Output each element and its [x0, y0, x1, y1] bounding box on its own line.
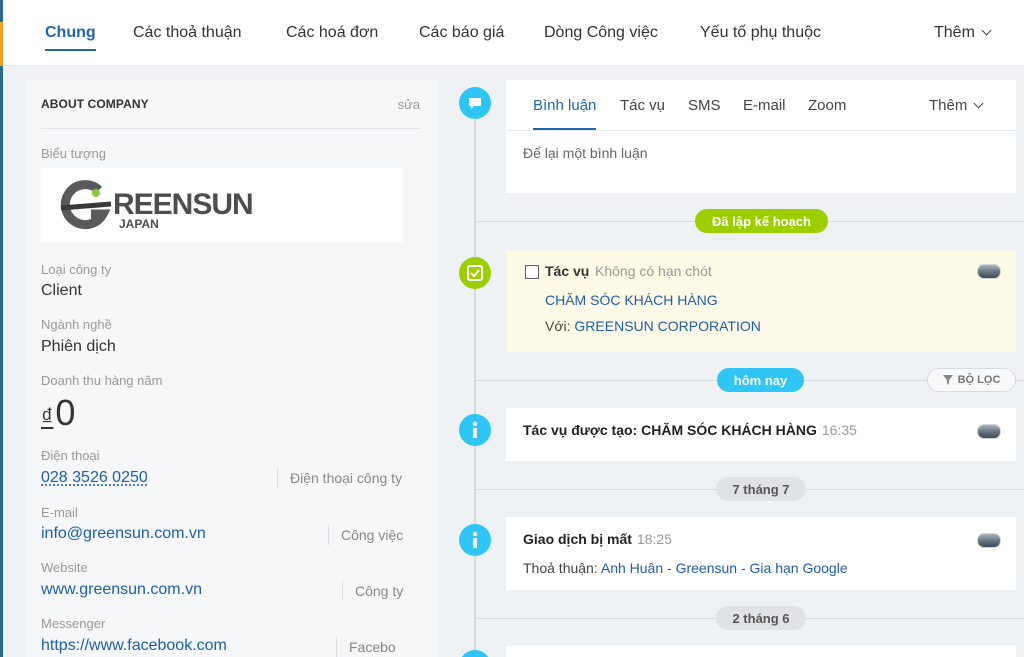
- activity-item[interactable]: [506, 646, 1016, 657]
- deal-link[interactable]: Gia hạn Google: [750, 560, 848, 576]
- website-link[interactable]: www.greensun.com.vn: [41, 581, 202, 599]
- edit-link[interactable]: sửa: [398, 97, 420, 112]
- website-label: Website: [41, 560, 88, 575]
- tab-more[interactable]: Thêm: [934, 24, 992, 42]
- svg-text:JAPAN: JAPAN: [119, 217, 159, 231]
- industry-value: Phiên dịch: [41, 338, 116, 355]
- chevron-down-icon: [973, 98, 984, 109]
- email-type: Công việc: [328, 525, 403, 545]
- tab-zoom[interactable]: Zoom: [808, 97, 846, 114]
- filter-icon: [942, 375, 953, 385]
- company-panel: ABOUT COMPANY sửa Biểu tượng REENSUN JAP…: [26, 80, 438, 657]
- email-label: E-mail: [41, 505, 78, 520]
- task-with-link[interactable]: GREENSUN CORPORATION: [574, 318, 760, 334]
- tab-task[interactable]: Tác vụ: [620, 97, 665, 114]
- today-badge: hôm nay: [717, 368, 804, 392]
- info-icon: [459, 524, 491, 556]
- company-logo[interactable]: REENSUN JAPAN: [41, 168, 403, 243]
- activity-title-text: Tác vụ được tạo: CHĂM SÓC KHÁCH HÀNG: [523, 422, 817, 438]
- task-check-icon: [459, 257, 491, 289]
- filter-button[interactable]: BỘ LỌC: [927, 368, 1016, 392]
- task-checkbox[interactable]: [525, 265, 539, 279]
- deal-separator: -: [737, 560, 750, 576]
- deal-line: Thoả thuận: Anh Huân - Greensun - Gia hạ…: [523, 560, 848, 576]
- email-link[interactable]: info@greensun.com.vn: [41, 525, 206, 543]
- messenger-type: Facebo: [336, 637, 396, 657]
- task-card[interactable]: Tác vụ Không có hạn chót CHĂM SÓC KHÁCH …: [506, 250, 1016, 352]
- tab-quotes[interactable]: Các báo giá: [419, 24, 504, 42]
- activity-item[interactable]: Giao dịch bị mất 18:25 Thoả thuận: Anh Hu…: [506, 517, 1016, 590]
- task-deadline[interactable]: Không có hạn chót: [595, 263, 712, 279]
- messenger-link[interactable]: https://www.facebook.com: [41, 637, 227, 655]
- comment-input[interactable]: Để lại một bình luận: [523, 145, 648, 161]
- phone-type: Điện thoại công ty: [277, 468, 402, 488]
- revenue-amount: 0: [55, 392, 76, 433]
- activity-item[interactable]: Tác vụ được tạo: CHĂM SÓC KHÁCH HÀNG 16:3…: [506, 408, 1016, 461]
- task-with: Với: GREENSUN CORPORATION: [545, 318, 761, 334]
- activity-title: Tác vụ được tạo: CHĂM SÓC KHÁCH HÀNG 16:3…: [523, 422, 857, 438]
- divider: [41, 128, 420, 129]
- info-icon: [459, 650, 491, 657]
- avatar[interactable]: [977, 264, 1001, 279]
- left-accent-bar: [0, 0, 3, 657]
- panel-title: ABOUT COMPANY: [41, 97, 149, 111]
- date-badge: 2 tháng 6: [716, 606, 806, 630]
- task-name-link[interactable]: CHĂM SÓC KHÁCH HÀNG: [545, 292, 718, 308]
- activity-time: 18:25: [636, 531, 672, 547]
- tab-dependencies[interactable]: Yếu tố phụ thuộc: [700, 24, 821, 42]
- tab-sms[interactable]: SMS: [688, 97, 721, 114]
- planned-badge: Đã lập kế hoạch: [695, 209, 828, 233]
- deal-label: Thoả thuận:: [523, 560, 598, 576]
- top-tabs-bar: Chung Các thoả thuận Các hoá đơn Các báo…: [3, 0, 1024, 66]
- revenue-value: ₫0: [41, 392, 75, 434]
- divider: [506, 130, 1016, 131]
- tab-more-label: Thêm: [934, 24, 975, 41]
- avatar[interactable]: [977, 533, 1001, 548]
- date-badge: 7 tháng 7: [716, 477, 806, 501]
- tab-deals[interactable]: Các thoả thuận: [133, 24, 242, 42]
- messenger-label: Messenger: [41, 616, 106, 631]
- greensun-logo: REENSUN JAPAN: [60, 180, 254, 231]
- comment-icon: [459, 87, 491, 119]
- phone-label: Điện thoại: [41, 448, 100, 463]
- industry-label: Ngành nghề: [41, 317, 112, 332]
- timeline-line: [474, 100, 476, 657]
- tab-comment[interactable]: Bình luận: [533, 97, 597, 130]
- info-icon: [459, 414, 491, 446]
- avatar[interactable]: [977, 424, 1001, 439]
- company-type-label: Loại công ty: [41, 262, 112, 277]
- task-with-label: Với:: [545, 318, 571, 334]
- phone-link[interactable]: 028 3526 0250: [41, 469, 148, 487]
- task-label: Tác vụ: [545, 263, 590, 279]
- deal-separator: -: [663, 560, 676, 576]
- activity-title: Giao dịch bị mất 18:25: [523, 531, 672, 547]
- composer-more-label: Thêm: [929, 97, 968, 114]
- company-type-value: Client: [41, 282, 82, 299]
- logo-label: Biểu tượng: [41, 146, 106, 161]
- activity-title-text: Giao dịch bị mất: [523, 531, 632, 547]
- revenue-label: Doanh thu hàng năm: [41, 373, 163, 388]
- tab-general[interactable]: Chung: [45, 24, 96, 51]
- composer-more[interactable]: Thêm: [929, 97, 984, 114]
- deal-link[interactable]: Anh Huân: [601, 560, 663, 576]
- tab-invoices[interactable]: Các hoá đơn: [286, 24, 378, 42]
- comment-composer: Bình luận Tác vụ SMS E-mail Zoom Thêm Để…: [506, 80, 1016, 193]
- tab-workflows[interactable]: Dòng Công việc: [544, 24, 658, 42]
- filter-label: BỘ LỌC: [957, 374, 1001, 386]
- website-type: Công ty: [342, 581, 403, 601]
- deal-link[interactable]: Greensun: [676, 560, 737, 576]
- tab-email[interactable]: E-mail: [743, 97, 786, 114]
- activity-time: 16:35: [821, 422, 857, 438]
- chevron-down-icon: [981, 25, 992, 36]
- currency-symbol: ₫: [41, 404, 54, 431]
